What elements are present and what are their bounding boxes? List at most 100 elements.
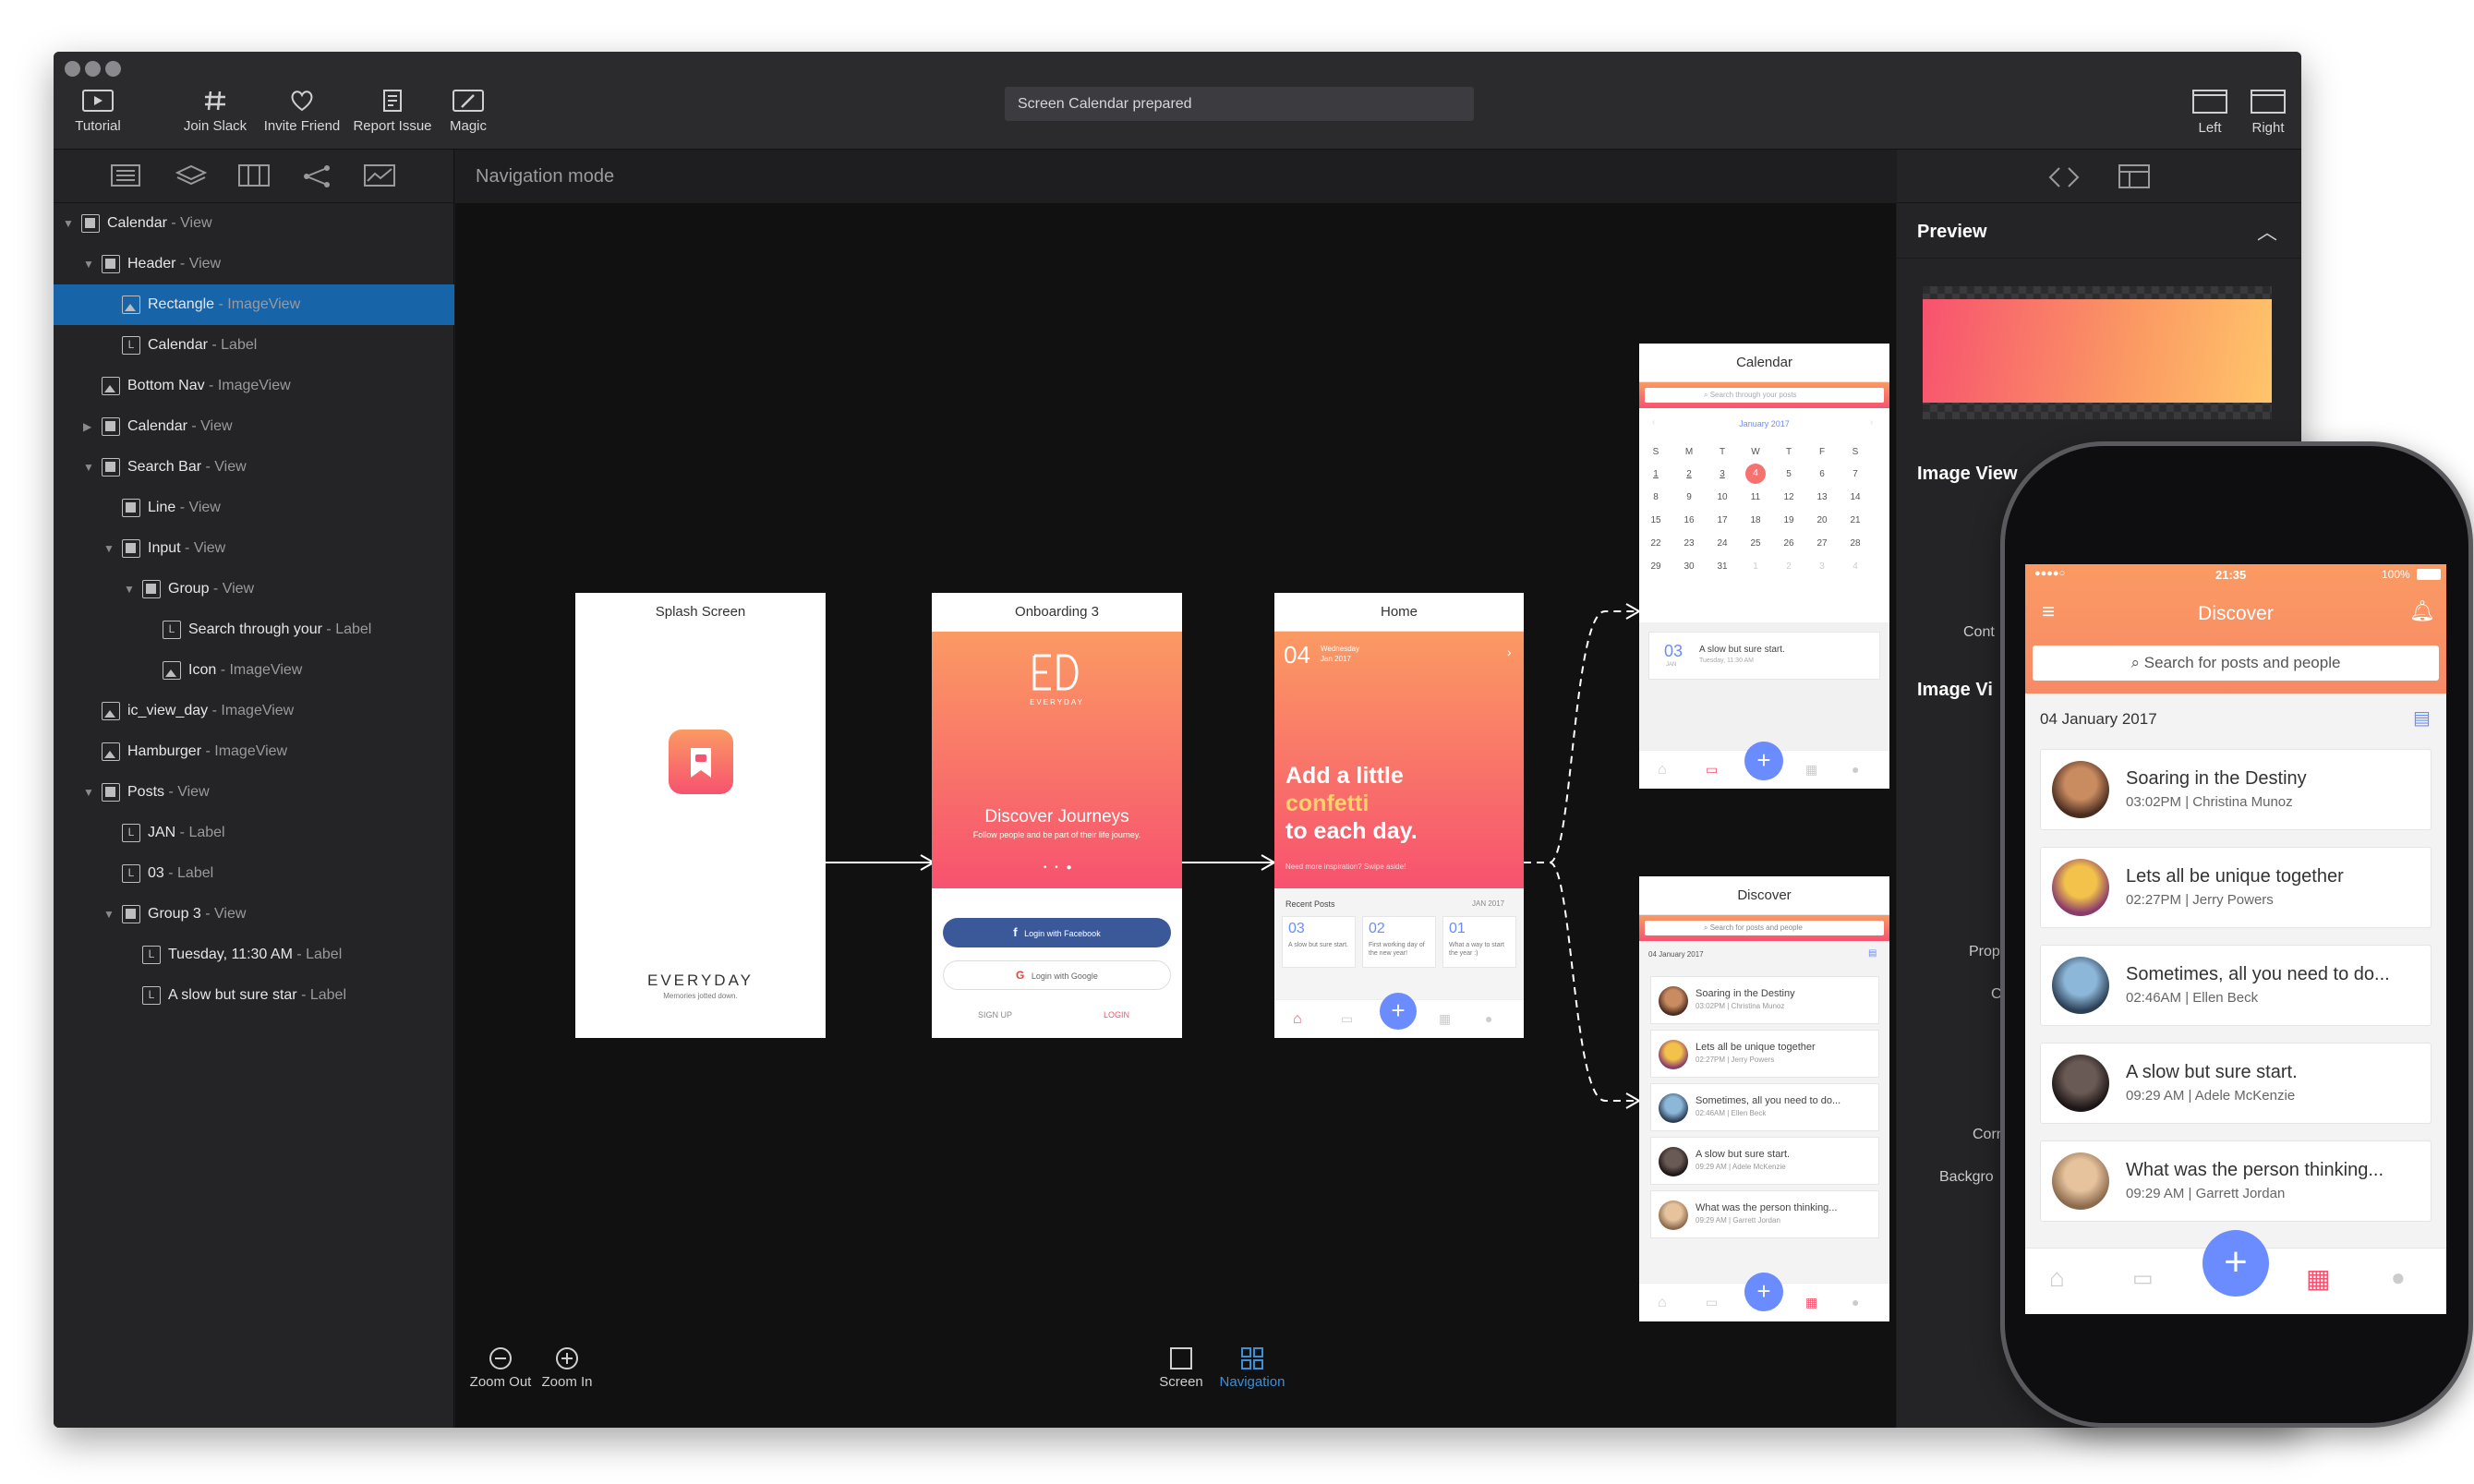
tree-item[interactable]: Bottom Nav - ImageView <box>54 366 454 406</box>
login-link[interactable]: LOGIN <box>1104 1010 1129 1019</box>
grid-icon[interactable]: ▦ <box>2306 1263 2330 1294</box>
home-icon[interactable]: ⌂ <box>1658 1295 1667 1311</box>
disclosure-down-icon[interactable]: ▼ <box>83 772 94 813</box>
calendar-day[interactable]: 1 <box>1744 561 1767 572</box>
calendar-icon[interactable]: ▭ <box>1706 762 1718 778</box>
disclosure-down-icon[interactable]: ▼ <box>83 447 94 488</box>
chevron-right-icon[interactable]: › <box>1507 645 1512 659</box>
calendar-screen-card[interactable]: Calendar ⌕ Search through your posts ‹ J… <box>1639 344 1889 789</box>
discover-screen-card[interactable]: Discover ⌕ Search for posts and people 0… <box>1639 876 1889 1321</box>
tree-item[interactable]: L 03 - Label <box>54 853 454 894</box>
calendar-day[interactable]: 22 <box>1645 538 1667 549</box>
calendar-day[interactable]: 21 <box>1844 515 1866 525</box>
calendar-icon[interactable]: ▭ <box>2132 1265 2154 1292</box>
code-icon[interactable] <box>2048 166 2080 188</box>
minimize-window-button[interactable] <box>85 61 101 77</box>
chart-icon[interactable] <box>364 164 395 191</box>
tree-item[interactable]: Icon - ImageView <box>54 650 454 691</box>
signup-link[interactable]: SIGN UP <box>978 1010 1012 1019</box>
disclosure-down-icon[interactable]: ▼ <box>83 244 94 284</box>
disclosure-down-icon[interactable]: ▼ <box>63 203 74 244</box>
chevron-up-icon[interactable]: ︿ <box>2257 216 2277 246</box>
tree-item[interactable]: ▼ Search Bar - View <box>54 447 454 488</box>
profile-icon[interactable]: ● <box>1852 762 1859 777</box>
tree-item[interactable]: ▼ Group - View <box>54 569 454 609</box>
tree-item[interactable]: Line - View <box>54 488 454 528</box>
login-facebook-button[interactable]: f Login with Facebook <box>943 918 1171 947</box>
tree-item[interactable]: ▶ Calendar - View <box>54 406 454 447</box>
tree-item[interactable]: L A slow but sure star - Label <box>54 975 454 1016</box>
calendar-day[interactable]: 13 <box>1811 492 1833 502</box>
list-icon[interactable] <box>111 164 140 191</box>
login-google-button[interactable]: G Login with Google <box>943 960 1171 990</box>
calendar-day[interactable]: 4 <box>1745 464 1766 484</box>
tree-item[interactable]: ▼ Header - View <box>54 244 454 284</box>
home-screen-card[interactable]: Home 04 Wednesday Jan 2017 › Add a littl… <box>1274 593 1524 1038</box>
layers-icon[interactable] <box>175 164 208 193</box>
calendar-day[interactable]: 31 <box>1711 561 1733 572</box>
add-post-button[interactable]: + <box>2202 1230 2269 1297</box>
calendar-day[interactable]: 8 <box>1645 492 1667 502</box>
tree-item[interactable]: ▼ Calendar - View <box>54 203 454 244</box>
discover-post-card[interactable]: Lets all be unique together 02:27PM | Jer… <box>1650 1030 1879 1078</box>
calendar-day[interactable]: 11 <box>1744 492 1767 502</box>
discover-search-input[interactable]: ⌕ Search for posts and people <box>1645 921 1884 935</box>
grid-icon[interactable]: ▦ <box>1439 1011 1451 1027</box>
calendar-day[interactable]: 23 <box>1678 538 1700 549</box>
calendar-day-icon[interactable]: ▤ <box>2413 706 2431 730</box>
recent-post-card[interactable]: 03 A slow but sure start. <box>1282 916 1356 968</box>
tree-item[interactable]: ▼ Posts - View <box>54 772 454 813</box>
calendar-day[interactable]: 2 <box>1678 469 1700 479</box>
report-issue-button[interactable]: Report Issue <box>344 89 441 134</box>
calendar-day[interactable]: 3 <box>1811 561 1833 572</box>
calendar-day[interactable]: 20 <box>1811 515 1833 525</box>
tree-item[interactable]: ▼ Input - View <box>54 528 454 569</box>
invite-friend-button[interactable]: Invite Friend <box>253 89 351 134</box>
discover-post-card[interactable]: A slow but sure start. 09:29 AM | Adele M… <box>2040 1043 2432 1124</box>
calendar-day[interactable]: 26 <box>1778 538 1800 549</box>
zoom-window-button[interactable] <box>105 61 121 77</box>
zoom-out-button[interactable]: Zoom Out <box>468 1346 533 1390</box>
discover-post-card[interactable]: What was the person thinking... 09:29 AM … <box>2040 1140 2432 1222</box>
profile-icon[interactable]: ● <box>1485 1011 1492 1026</box>
home-icon[interactable]: ⌂ <box>2049 1263 2065 1293</box>
calendar-icon[interactable]: ▭ <box>1341 1011 1353 1027</box>
bell-icon[interactable]: 🔔︎ <box>2409 599 2435 623</box>
calendar-day[interactable]: 19 <box>1778 515 1800 525</box>
zoom-in-button[interactable]: Zoom In <box>535 1346 599 1390</box>
screen-mode-button[interactable]: Screen <box>1153 1346 1209 1390</box>
tree-item[interactable]: L JAN - Label <box>54 813 454 853</box>
grid-icon[interactable]: ▦ <box>1805 1295 1817 1310</box>
tree-item[interactable]: L Tuesday, 11:30 AM - Label <box>54 935 454 975</box>
calendar-day[interactable]: 4 <box>1844 561 1866 572</box>
calendar-day[interactable]: 7 <box>1844 469 1866 479</box>
left-layout-button[interactable]: Left <box>2187 89 2233 136</box>
calendar-day[interactable]: 14 <box>1844 492 1866 502</box>
discover-post-card[interactable]: A slow but sure start. 09:29 AM | Adele M… <box>1650 1137 1879 1185</box>
calendar-icon[interactable]: ▭ <box>1706 1295 1718 1310</box>
navigation-mode-button[interactable]: Navigation <box>1211 1346 1294 1390</box>
splash-screen-card[interactable]: Splash Screen EVERYDAY Memories jotted d… <box>575 593 826 1038</box>
home-icon[interactable]: ⌂ <box>1658 762 1667 778</box>
calendar-day[interactable]: 30 <box>1678 561 1700 572</box>
tree-item[interactable]: ▼ Group 3 - View <box>54 894 454 935</box>
preview-header[interactable]: Preview ︿ <box>1897 203 2301 259</box>
device-search-input[interactable]: ⌕ Search for posts and people <box>2033 645 2439 681</box>
calendar-day[interactable]: 18 <box>1744 515 1767 525</box>
discover-post-card[interactable]: What was the person thinking... 09:29 AM … <box>1650 1190 1879 1238</box>
recent-post-card[interactable]: 01 What a way to start the year :) <box>1442 916 1516 968</box>
profile-icon[interactable]: ● <box>1852 1295 1859 1309</box>
calendar-day-icon[interactable]: ▤ <box>1868 948 1877 959</box>
home-icon[interactable]: ⌂ <box>1293 1011 1302 1028</box>
disclosure-down-icon[interactable]: ▼ <box>103 528 115 569</box>
columns-icon[interactable] <box>238 164 270 191</box>
tree-item[interactable]: ic_view_day - ImageView <box>54 691 454 731</box>
profile-icon[interactable]: ● <box>2391 1263 2406 1292</box>
navigation-canvas[interactable]: Navigation mode Splash Screen EVERYDAY M… <box>455 150 1896 1428</box>
add-post-button[interactable]: + <box>1744 1273 1783 1311</box>
close-window-button[interactable] <box>65 61 80 77</box>
add-post-button[interactable]: + <box>1380 993 1417 1030</box>
layout-icon[interactable] <box>2118 164 2150 188</box>
recent-post-card[interactable]: 02 First working day of the new year! <box>1362 916 1436 968</box>
discover-post-card[interactable]: Soaring in the Destiny 03:02PM | Christin… <box>2040 749 2432 830</box>
